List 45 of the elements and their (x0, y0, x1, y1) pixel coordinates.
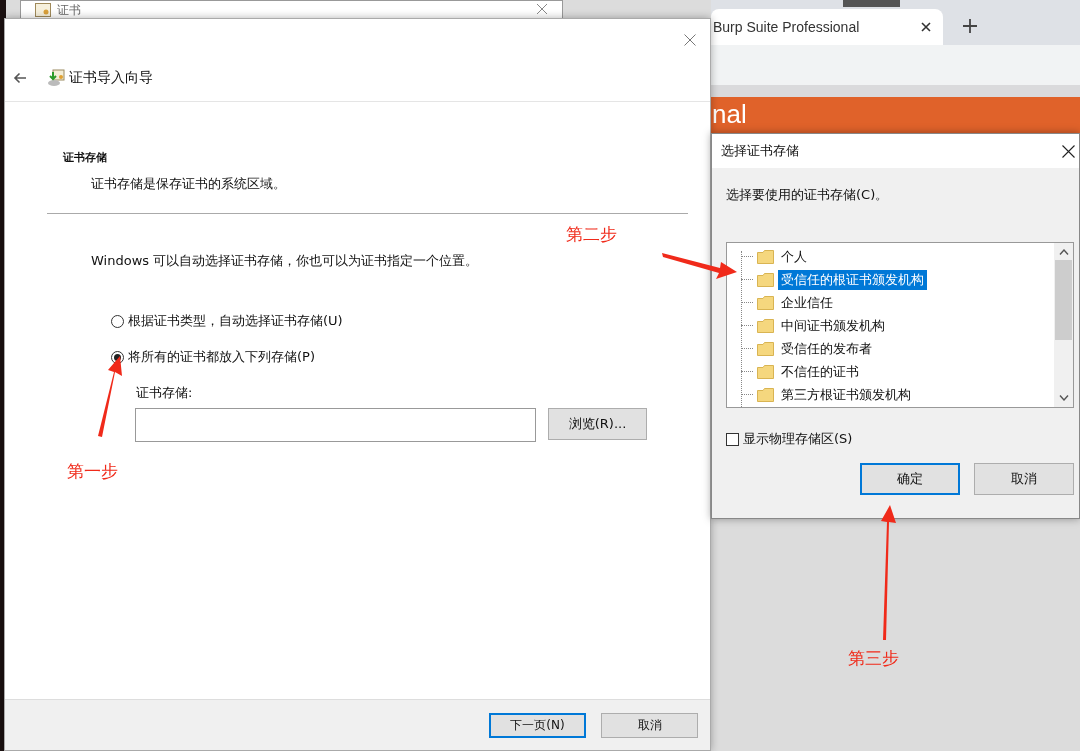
tree-item[interactable]: 受信任的根证书颁发机构 (778, 269, 927, 290)
page-heading: nal (712, 101, 747, 127)
browser-tab[interactable]: Burp Suite Professional (711, 9, 943, 45)
step-label: 第三步 (848, 647, 899, 670)
window-title: 证书 (57, 3, 81, 17)
folder-icon (757, 387, 774, 402)
certificate-import-icon (47, 69, 65, 87)
step-label: 第一步 (67, 460, 118, 483)
show-physical-checkbox[interactable]: 显示物理存储区(S) (726, 430, 1074, 448)
tree-item[interactable]: 不信任的证书 (778, 361, 862, 382)
tree-item[interactable]: 企业信任 (778, 292, 836, 313)
cancel-button[interactable]: 取消 (601, 712, 698, 738)
scrollbar[interactable] (1054, 243, 1073, 407)
tree-item[interactable]: 中间证书颁发机构 (778, 315, 888, 336)
tree-item[interactable]: 受信任的发布者 (778, 338, 875, 359)
new-tab-icon[interactable] (963, 19, 977, 33)
intro-text: Windows 可以自动选择证书存储，你也可以为证书指定一个位置。 (91, 252, 480, 270)
close-icon[interactable] (1062, 144, 1075, 158)
dialog-prompt: 选择要使用的证书存储(C)。 (726, 186, 890, 204)
back-arrow-icon[interactable] (13, 72, 27, 84)
cancel-button[interactable]: 取消 (974, 463, 1074, 495)
tree-item[interactable]: 第三方根证书颁发机构 (778, 384, 914, 405)
radio-option[interactable]: 根据证书类型，自动选择证书存储(U) (111, 312, 688, 330)
field-label: 证书存储: (136, 384, 194, 402)
ok-button[interactable]: 确定 (860, 463, 960, 495)
tree-item[interactable]: 个人 (778, 246, 810, 267)
store-input-field[interactable] (135, 408, 536, 442)
browse-button[interactable]: 浏览(R)... (548, 408, 647, 440)
scroll-up-icon[interactable] (1058, 249, 1069, 255)
dialog-title: 选择证书存储 (721, 142, 799, 160)
next-button[interactable]: 下一页(N) (489, 712, 586, 738)
section-title: 证书存储 (63, 150, 108, 165)
folder-icon (757, 295, 774, 310)
certificate-icon (35, 3, 51, 17)
folder-icon (757, 249, 774, 264)
scroll-down-icon[interactable] (1058, 395, 1069, 401)
section-description: 证书存储是保存证书的系统区域。 (91, 175, 287, 193)
close-icon[interactable] (921, 22, 931, 32)
wizard-title: 证书导入向导 (69, 69, 153, 87)
folder-icon (757, 318, 774, 333)
step-label: 第二步 (566, 223, 617, 246)
folder-icon (757, 341, 774, 356)
folder-icon (757, 364, 774, 379)
folder-icon (757, 272, 774, 287)
window-edge-fragment (843, 0, 900, 7)
